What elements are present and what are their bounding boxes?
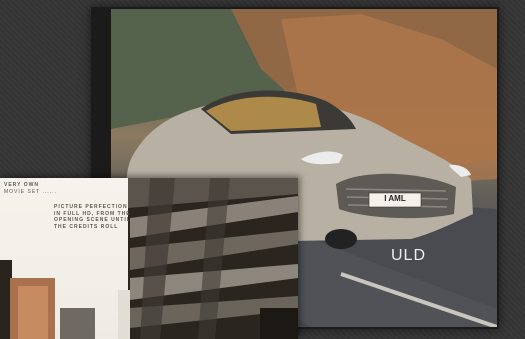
- brochure-graphics: [0, 178, 298, 339]
- caption-line: OPENING SCENE UNTIL: [54, 217, 131, 224]
- caption-line: IN FULL HD, FROM THE: [54, 210, 131, 217]
- caption-line: THE CREDITS ROLL: [54, 223, 119, 230]
- license-plate: I AML: [384, 194, 406, 203]
- caption-movie-set: VERY OWN MOVIE SET ......: [4, 182, 57, 195]
- caption-line: VERY OWN: [4, 182, 39, 188]
- caption-line: MOVIE SET ......: [4, 188, 57, 195]
- headline-text: ULD: [391, 247, 427, 264]
- gallery-stage: I AML ULD VERY OWN MOVIE SET ...... PICT…: [0, 0, 525, 339]
- caption-line: PICTURE PERFECTION: [54, 204, 128, 210]
- brochure-card[interactable]: VERY OWN MOVIE SET ...... PICTURE PERFEC…: [0, 178, 298, 339]
- caption-picture-perfection: PICTURE PERFECTION IN FULL HD, FROM THE …: [54, 204, 131, 230]
